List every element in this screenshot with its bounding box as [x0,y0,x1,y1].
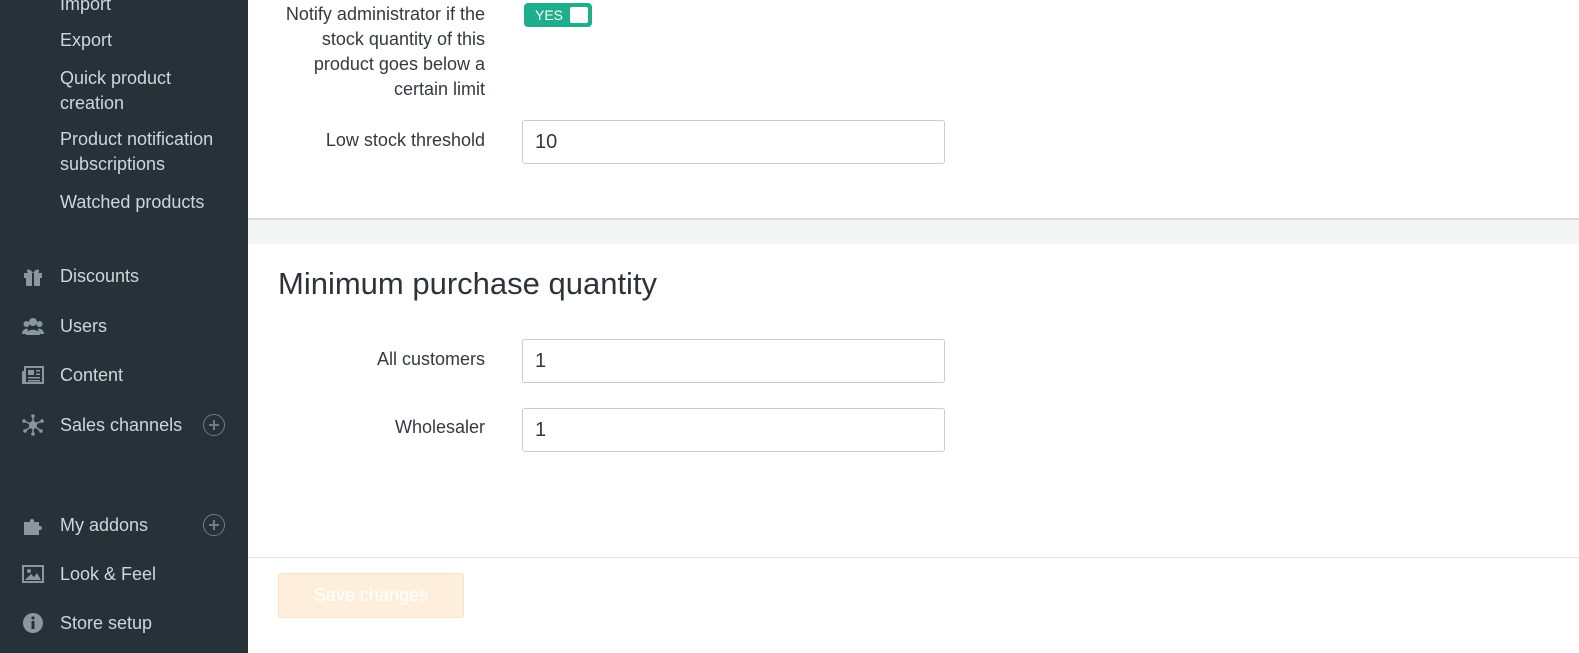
sidebar-item-discounts[interactable]: Discounts [0,258,248,294]
wholesaler-label: Wholesaler [394,417,485,437]
sidebar-item-label: Sales channels [60,414,183,435]
sidebar-item-label: Content [60,364,124,385]
add-sales-channel-icon[interactable] [203,414,225,436]
low-stock-threshold-input[interactable]: 10 [522,120,945,164]
sidebar-item-look-and-feel[interactable]: Look & Feel [0,556,248,592]
newspaper-icon [22,364,44,386]
section-title: Minimum purchase quantity [278,266,658,301]
sidebar-item-sales-channels[interactable]: Sales channels [0,407,248,443]
sidebar-subitem-export[interactable]: Export [60,28,112,53]
gift-icon [22,265,44,287]
network-icon [22,414,44,436]
puzzle-icon [22,514,44,536]
section-gap [248,220,1579,244]
sidebar-item-content[interactable]: Content [0,357,248,393]
save-changes-button[interactable]: Save changes [278,573,464,618]
sidebar-item-label: Users [60,315,108,336]
sidebar: Import Export Quick product creation Pro… [0,0,248,653]
toggle-state-text: YES [535,7,564,23]
sidebar-item-label: Store setup [60,612,153,633]
sidebar-subitem-product-notification-subscriptions[interactable]: Product notification subscriptions [60,127,235,177]
sidebar-item-label: Discounts [60,265,140,286]
sidebar-item-store-setup[interactable]: Store setup [0,605,248,641]
notify-admin-label: Notify administrator if the stock quanti… [285,4,485,99]
all-customers-label: All customers [376,349,485,369]
sidebar-item-users[interactable]: Users [0,308,248,344]
info-icon [22,612,44,634]
low-stock-threshold-label: Low stock threshold [325,130,485,150]
all-customers-input[interactable]: 1 [522,339,945,383]
sidebar-subitem-watched-products[interactable]: Watched products [60,190,204,215]
notify-admin-toggle[interactable]: YES [524,3,592,27]
sidebar-subitem-quick-product-creation[interactable]: Quick product creation [60,66,210,116]
main-content: Notify administrator if the stock quanti… [248,0,1579,653]
sidebar-item-label: My addons [60,514,149,535]
image-icon [22,563,44,585]
wholesaler-input[interactable]: 1 [522,408,945,452]
sidebar-item-my-addons[interactable]: My addons [0,507,248,543]
add-addon-icon[interactable] [203,514,225,536]
footer-divider [248,557,1579,558]
sidebar-item-label: Look & Feel [60,563,157,584]
sidebar-subitem-import[interactable]: Import [60,0,111,17]
users-icon [22,315,44,337]
toggle-knob [570,7,588,23]
